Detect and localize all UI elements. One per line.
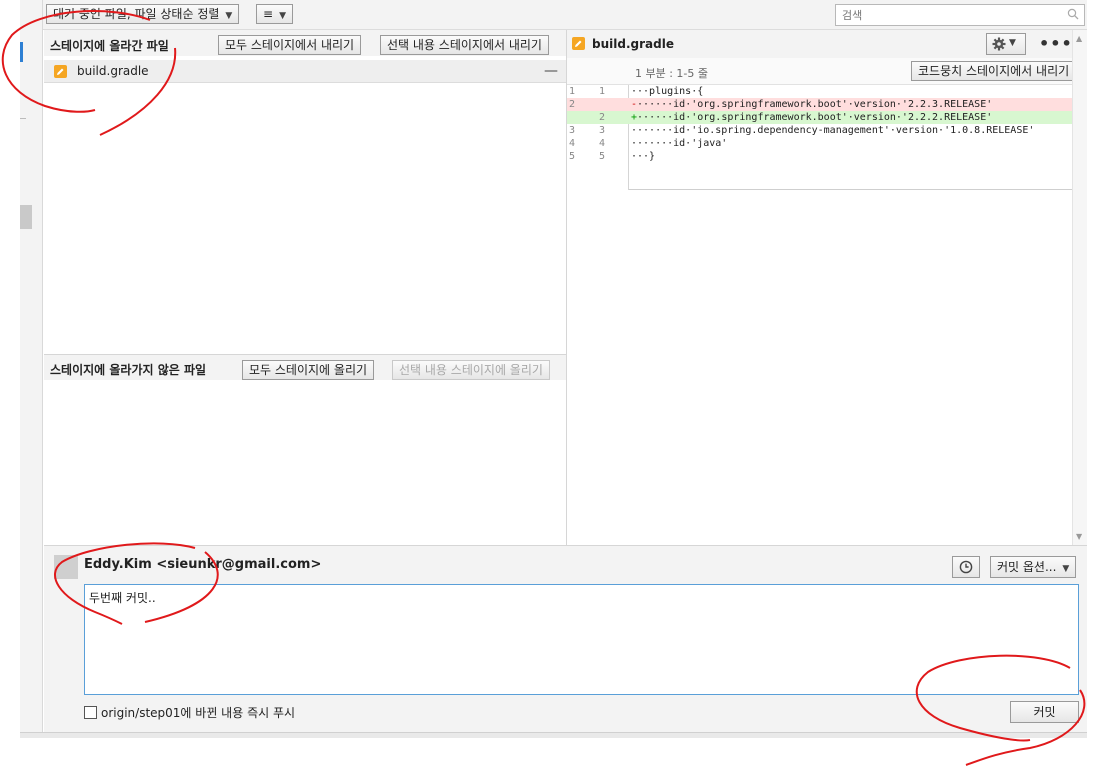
diff-line: 5 5 ···} — [567, 150, 1072, 163]
commit-options-dropdown[interactable]: 커밋 옵션... ▼ — [990, 556, 1077, 578]
pencil-icon — [54, 65, 67, 78]
commit-author: Eddy.Kim <sieunkr@gmail.com> — [84, 557, 322, 572]
code-text: -······id·'org.springframework.boot'·ver… — [631, 98, 992, 111]
sourcetree-window: 대기 중인 파일, 파일 상태순 정렬▼ ≡▼ 스테이지에 올라간 파일 모두 … — [0, 0, 1093, 768]
diff-header: build.gradle ▼ ••• — [567, 30, 1072, 58]
gear-icon — [992, 37, 1006, 51]
new-line-number: 2 — [599, 112, 606, 123]
code-text: ·······id·'java' — [631, 138, 728, 149]
commit-options-label: 커밋 옵션... — [997, 560, 1057, 574]
unstaged-header: 스테이지에 올라가지 않은 파일 모두 스테이지에 올리기 선택 내용 스테이지… — [44, 354, 566, 380]
diff-scrollbar[interactable]: ▲ ▼ — [1072, 30, 1087, 545]
staged-header: 스테이지에 올라간 파일 모두 스테이지에서 내리기 선택 내용 스테이지에서 … — [44, 30, 566, 56]
clock-icon — [959, 560, 973, 574]
stage-all-button[interactable]: 모두 스테이지에 올리기 — [242, 360, 375, 380]
view-mode-dropdown[interactable]: ≡ ▼ — [256, 4, 293, 24]
more-icon[interactable]: ••• — [1039, 34, 1073, 53]
diff-line: 4 4 ·······id·'java' — [567, 137, 1072, 150]
diff-line: 3 3 ·······id·'io.spring.dependency-manage… — [567, 124, 1072, 137]
search-icon — [1067, 8, 1079, 20]
scroll-down-icon[interactable]: ▼ — [1076, 532, 1082, 541]
gutter-tick — [20, 118, 26, 119]
chevron-down-icon: ▼ — [279, 11, 286, 21]
old-line-number: 1 — [569, 86, 576, 97]
diff-line: 1 1 ···plugins·{ — [567, 85, 1072, 98]
file-filter-dropdown[interactable]: 대기 중인 파일, 파일 상태순 정렬 ▼ — [46, 4, 240, 24]
new-line-number: 5 — [599, 151, 606, 162]
push-label: origin/step01에 바뀐 내용 즉시 푸시 — [101, 706, 296, 720]
hunk-header: 1 부분 : 1-5 줄 코드뭉치 스테이지에서 내리기 — [567, 58, 1077, 85]
old-line-number: 5 — [569, 151, 576, 162]
left-gutter — [20, 0, 43, 738]
unstaged-file-list — [44, 381, 566, 544]
gutter-scroll-thumb[interactable] — [20, 205, 32, 229]
chevron-down-icon: ▼ — [225, 11, 233, 21]
push-option[interactable]: origin/step01에 바뀐 내용 즉시 푸시 — [84, 704, 295, 721]
new-line-number: 4 — [599, 138, 606, 149]
diff-settings-button[interactable]: ▼ — [986, 33, 1026, 55]
unstage-all-button[interactable]: 모두 스테이지에서 내리기 — [218, 35, 362, 55]
avatar — [54, 555, 78, 579]
stage-selected-button[interactable]: 선택 내용 스테이지에 올리기 — [392, 360, 550, 380]
new-line-number: 1 — [599, 86, 606, 97]
diff-line-added: 2 +······id·'org.springframework.boot'·ve… — [567, 111, 1072, 124]
staged-file-name: build.gradle — [77, 64, 149, 78]
code-text: ···} — [631, 151, 656, 162]
new-line-number: 3 — [599, 125, 606, 136]
commit-area: Eddy.Kim <sieunkr@gmail.com> 커밋 옵션... ▼ 두… — [44, 545, 1087, 732]
view-mode-icon: ≡ — [263, 7, 274, 21]
commit-button[interactable]: 커밋 — [1010, 701, 1079, 723]
search-box[interactable] — [835, 4, 1085, 26]
code-text: ···plugins·{ — [631, 86, 704, 97]
code-content: ······id·'org.springframework.boot'·vers… — [637, 112, 993, 123]
window-bottom-edge — [20, 732, 1087, 738]
pencil-icon — [572, 37, 585, 50]
old-line-number: 2 — [569, 99, 576, 110]
scroll-up-icon[interactable]: ▲ — [1076, 34, 1082, 43]
history-button[interactable] — [952, 556, 980, 578]
staged-file-row[interactable]: build.gradle — — [44, 60, 566, 83]
unstage-hunk-button[interactable]: 코드뭉치 스테이지에서 내리기 — [911, 61, 1077, 81]
diff-line-deleted: 2 -······id·'org.springframework.boot'·ve… — [567, 98, 1072, 111]
old-line-number: 3 — [569, 125, 576, 136]
commit-message-input[interactable]: 두번째 커밋.. — [84, 584, 1079, 695]
code-text: ·······id·'io.spring.dependency-manageme… — [631, 125, 1035, 136]
diff-code: 1 1 ···plugins·{ 2 -······id·'org.springfra… — [567, 85, 1072, 190]
checkbox-icon[interactable] — [84, 706, 97, 719]
code-text: +······id·'org.springframework.boot'·ver… — [631, 111, 992, 124]
collapse-icon[interactable]: — — [544, 63, 558, 79]
active-indicator — [20, 42, 23, 62]
unstage-selected-button[interactable]: 선택 내용 스테이지에서 내리기 — [380, 35, 549, 55]
toolbar: 대기 중인 파일, 파일 상태순 정렬 ▼ ≡ ▼ — [43, 0, 1087, 30]
old-line-number: 4 — [569, 138, 576, 149]
staged-file-list — [44, 56, 566, 352]
code-content: ······id·'org.springframework.boot'·vers… — [637, 99, 993, 110]
chevron-down-icon: ▼ — [1062, 564, 1070, 574]
unstaged-title: 스테이지에 올라가지 않은 파일 — [50, 363, 207, 377]
chevron-down-icon: ▼ — [1009, 38, 1016, 48]
hunk-label: 1 부분 : 1-5 줄 — [635, 67, 709, 80]
search-input[interactable] — [836, 5, 1056, 25]
file-filter-label: 대기 중인 파일, 파일 상태순 정렬 — [53, 7, 220, 21]
diff-file-name: build.gradle — [592, 37, 674, 51]
staged-title: 스테이지에 올라간 파일 — [50, 39, 169, 53]
